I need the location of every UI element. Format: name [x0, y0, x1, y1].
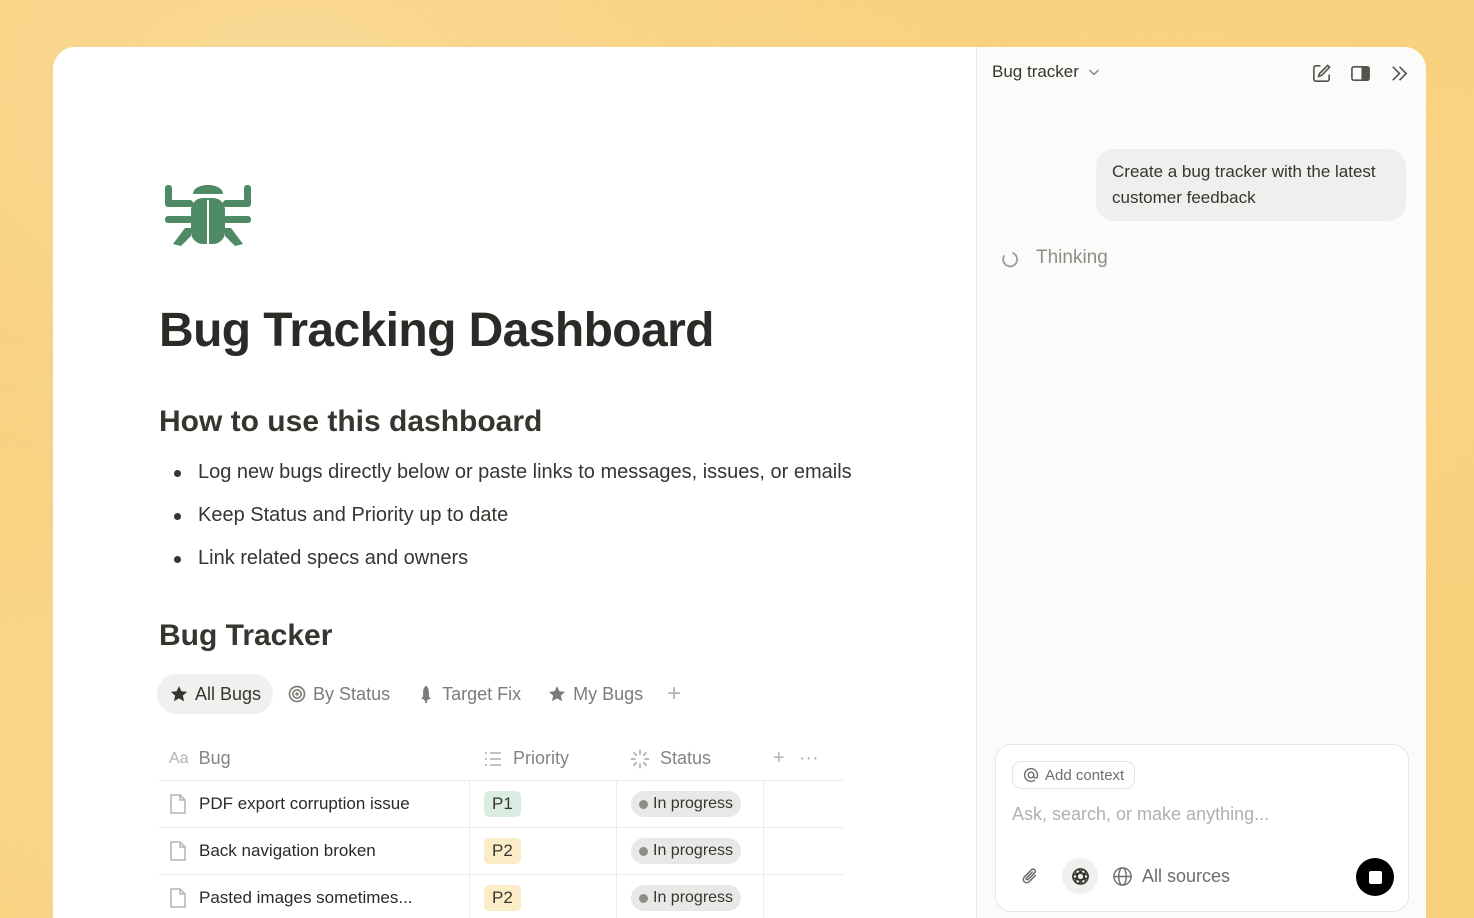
star-icon [170, 686, 188, 702]
thinking-label: Thinking [1036, 247, 1108, 268]
priority-tag: P2 [484, 838, 521, 864]
panel-actions [1311, 63, 1410, 84]
howto-list: Log new bugs directly below or paste lin… [171, 457, 852, 586]
status-label: In progress [653, 795, 734, 812]
status-cell[interactable]: In progress [616, 781, 763, 827]
bug-cell: PDF export corruption issue [159, 781, 469, 827]
status-badge: In progress [631, 838, 742, 864]
status-dot [639, 799, 648, 809]
bug-name: Pasted images sometimes... [199, 888, 413, 907]
column-label: Priority [513, 748, 570, 768]
empty-cell [763, 875, 844, 918]
model-selector-button[interactable] [1062, 858, 1098, 894]
document-icon [170, 841, 186, 861]
status-cell[interactable]: In progress [616, 828, 763, 874]
status-label: In progress [653, 889, 734, 906]
priority-tag: P2 [484, 885, 521, 911]
more-options-button[interactable]: ··· [799, 747, 819, 770]
panel-title: Bug tracker [992, 62, 1079, 81]
spinner-icon [630, 749, 650, 768]
status-dot [639, 893, 648, 903]
loading-spinner-icon [1002, 252, 1018, 268]
priority-cell[interactable]: P1 [469, 781, 616, 827]
rocket-icon [421, 685, 432, 704]
panel-title-dropdown[interactable]: Bug tracker [992, 62, 1101, 82]
paperclip-icon [1022, 867, 1036, 883]
table-row[interactable]: PDF export corruption issue P1 In progre… [159, 781, 844, 828]
tab-by-status[interactable]: By Status [275, 674, 402, 714]
tracker-heading: Bug Tracker [159, 619, 333, 652]
thinking-indicator: Thinking [1001, 247, 1108, 269]
document-icon [170, 794, 186, 814]
tab-label: All Bugs [195, 683, 262, 704]
empty-cell [763, 828, 844, 874]
tab-all-bugs[interactable]: All Bugs [157, 674, 274, 714]
bug-table: Aa Bug Priority Status + ··· PDF export … [159, 737, 844, 918]
star-icon [549, 686, 566, 702]
add-context-label: Add context [1045, 766, 1125, 784]
status-badge: In progress [631, 885, 742, 911]
chevron-down-icon [1088, 69, 1099, 76]
howto-heading: How to use this dashboard [159, 405, 543, 438]
sources-label: All sources [1142, 865, 1231, 886]
collapse-panel-icon[interactable] [1389, 63, 1410, 84]
document-icon [170, 888, 186, 908]
bug-cell: Pasted images sometimes... [159, 875, 469, 918]
stop-icon [1368, 870, 1382, 884]
bug-name: Back navigation broken [199, 841, 376, 860]
chat-composer: Add context All sources [995, 744, 1409, 912]
column-actions: + ··· [763, 747, 844, 770]
add-context-button[interactable]: Add context [1012, 761, 1136, 789]
stop-generation-button[interactable] [1356, 858, 1394, 896]
new-chat-icon[interactable] [1311, 63, 1332, 84]
text-type-icon: Aa [169, 749, 189, 767]
attach-button[interactable] [1012, 858, 1048, 894]
bullet-item: Link related specs and owners [171, 543, 852, 586]
page-title[interactable]: Bug Tracking Dashboard [159, 303, 715, 358]
table-header: Aa Bug Priority Status + ··· [159, 737, 844, 781]
tab-my-bugs[interactable]: My Bugs [535, 674, 655, 714]
column-header-bug[interactable]: Aa Bug [159, 748, 469, 769]
user-message-bubble: Create a bug tracker with the latest cus… [1096, 149, 1406, 221]
ai-model-icon [1071, 867, 1089, 885]
bullet-item: Keep Status and Priority up to date [171, 500, 852, 543]
bug-name: PDF export corruption issue [199, 794, 410, 813]
tab-target-fix[interactable]: Target Fix [404, 674, 533, 714]
empty-cell [763, 781, 844, 827]
tab-label: By Status [313, 683, 391, 704]
globe-icon [1113, 866, 1132, 886]
at-sign-icon [1023, 767, 1039, 783]
sidebar-toggle-icon[interactable] [1350, 63, 1371, 84]
target-icon [288, 685, 306, 703]
bug-icon[interactable] [163, 172, 253, 248]
ask-input[interactable] [1012, 799, 1392, 829]
column-header-status[interactable]: Status [616, 748, 763, 769]
status-dot [639, 846, 648, 856]
status-cell[interactable]: In progress [616, 875, 763, 918]
app-window: Bug Tracking Dashboard How to use this d… [53, 47, 1426, 918]
status-label: In progress [653, 842, 734, 859]
column-header-priority[interactable]: Priority [469, 748, 616, 769]
bullet-item: Log new bugs directly below or paste lin… [171, 457, 852, 500]
ai-side-panel: Bug tracker Create a bug tracker with th… [976, 47, 1426, 918]
tab-label: Target Fix [442, 683, 522, 704]
add-column-button[interactable]: + [773, 747, 785, 770]
view-tabs: All Bugs By Status Target Fix My Bugs + [157, 674, 681, 714]
priority-cell[interactable]: P2 [469, 875, 616, 918]
bug-cell: Back navigation broken [159, 828, 469, 874]
list-icon [485, 751, 501, 766]
table-row[interactable]: Pasted images sometimes... P2 In progres… [159, 875, 844, 918]
column-label: Bug [198, 748, 231, 768]
status-badge: In progress [631, 791, 742, 817]
add-view-button[interactable]: + [667, 674, 681, 714]
sources-selector[interactable]: All sources [1112, 866, 1230, 887]
table-row[interactable]: Back navigation broken P2 In progress [159, 828, 844, 875]
tab-label: My Bugs [573, 683, 644, 704]
page-content: Bug Tracking Dashboard How to use this d… [53, 47, 976, 918]
priority-tag: P1 [484, 791, 521, 817]
priority-cell[interactable]: P2 [469, 828, 616, 874]
column-label: Status [660, 748, 712, 768]
composer-toolbar: All sources [1012, 858, 1230, 894]
